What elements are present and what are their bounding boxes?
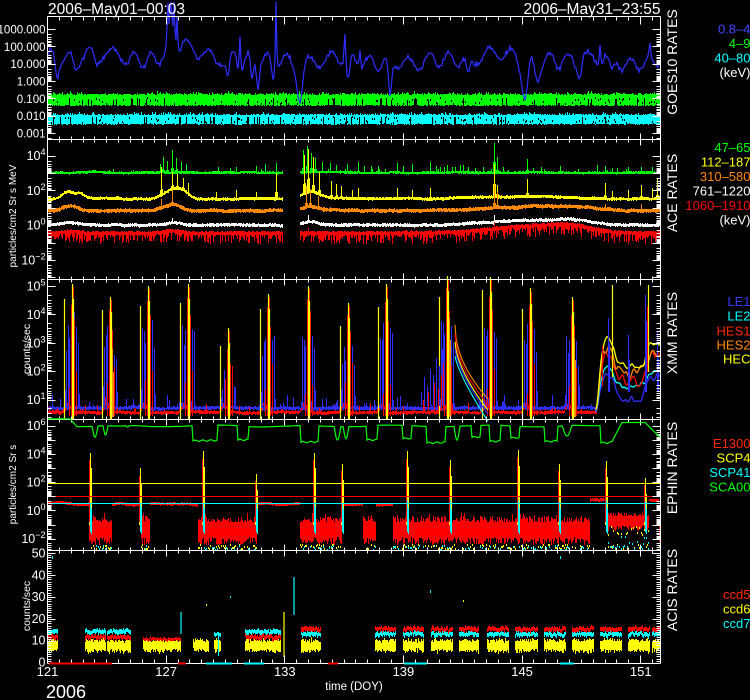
svg-text:particles/cm2 Sr s: particles/cm2 Sr s xyxy=(8,445,19,524)
svg-text:1000.000: 1000.000 xyxy=(0,24,46,36)
svg-text:time (DOY): time (DOY) xyxy=(325,681,383,693)
svg-text:2006–May31–23:55: 2006–May31–23:55 xyxy=(523,1,660,18)
svg-text:ACIS RATES: ACIS RATES xyxy=(664,549,680,631)
svg-text:SCP41: SCP41 xyxy=(709,465,750,480)
svg-text:HES2: HES2 xyxy=(717,338,750,353)
svg-text:LE1: LE1 xyxy=(727,294,750,309)
svg-text:ccd5: ccd5 xyxy=(723,587,750,602)
svg-text:127: 127 xyxy=(155,664,177,679)
svg-text:10: 10 xyxy=(32,634,46,648)
svg-text:0.001: 0.001 xyxy=(17,129,46,141)
svg-text:100.000: 100.000 xyxy=(4,42,46,54)
svg-text:(keV): (keV) xyxy=(719,65,750,80)
svg-text:counts/sec: counts/sec xyxy=(21,581,33,631)
svg-text:EPHIN RATES: EPHIN RATES xyxy=(664,422,680,514)
svg-text:HEC: HEC xyxy=(723,352,750,367)
svg-text:133: 133 xyxy=(274,664,296,679)
svg-text:10.000: 10.000 xyxy=(10,59,45,71)
svg-text:40–80: 40–80 xyxy=(714,51,750,66)
svg-text:XMM RATES: XMM RATES xyxy=(664,292,680,374)
svg-text:ccd7: ccd7 xyxy=(723,616,750,631)
svg-text:(keV): (keV) xyxy=(719,213,750,228)
svg-text:ccd6: ccd6 xyxy=(723,602,750,617)
svg-text:counts/sec: counts/sec xyxy=(21,324,33,374)
svg-text:GOES10 RATES: GOES10 RATES xyxy=(664,9,680,115)
svg-text:ACE RATES: ACE RATES xyxy=(664,154,680,232)
svg-text:310–580: 310–580 xyxy=(700,169,750,184)
svg-text:121: 121 xyxy=(37,664,59,679)
svg-text:50: 50 xyxy=(32,547,46,561)
svg-text:E1300: E1300 xyxy=(713,436,750,451)
svg-text:2006: 2006 xyxy=(46,682,86,700)
svg-text:particles/cm2 Sr s MeV: particles/cm2 Sr s MeV xyxy=(8,164,19,267)
svg-text:0.100: 0.100 xyxy=(17,94,46,106)
svg-text:40: 40 xyxy=(32,568,46,582)
svg-text:2006–May01–00:03: 2006–May01–00:03 xyxy=(48,1,185,18)
svg-text:145: 145 xyxy=(511,664,533,679)
svg-text:4–9: 4–9 xyxy=(729,36,750,51)
svg-text:1060–1910: 1060–1910 xyxy=(685,198,750,213)
svg-text:30: 30 xyxy=(32,590,46,604)
svg-text:LE2: LE2 xyxy=(727,309,750,324)
svg-text:SCA00: SCA00 xyxy=(709,480,750,495)
svg-text:HES1: HES1 xyxy=(717,324,750,339)
svg-text:SCP4: SCP4 xyxy=(717,451,750,466)
svg-text:0.8–4: 0.8–4 xyxy=(718,22,750,37)
svg-text:112–187: 112–187 xyxy=(701,155,750,170)
svg-text:761–1220: 761–1220 xyxy=(693,184,750,199)
svg-text:1.000: 1.000 xyxy=(17,76,46,88)
svg-text:20: 20 xyxy=(32,612,46,626)
svg-text:0.010: 0.010 xyxy=(17,111,46,123)
svg-text:47–65: 47–65 xyxy=(714,140,750,155)
svg-text:139: 139 xyxy=(393,664,415,679)
svg-text:151: 151 xyxy=(630,664,652,679)
